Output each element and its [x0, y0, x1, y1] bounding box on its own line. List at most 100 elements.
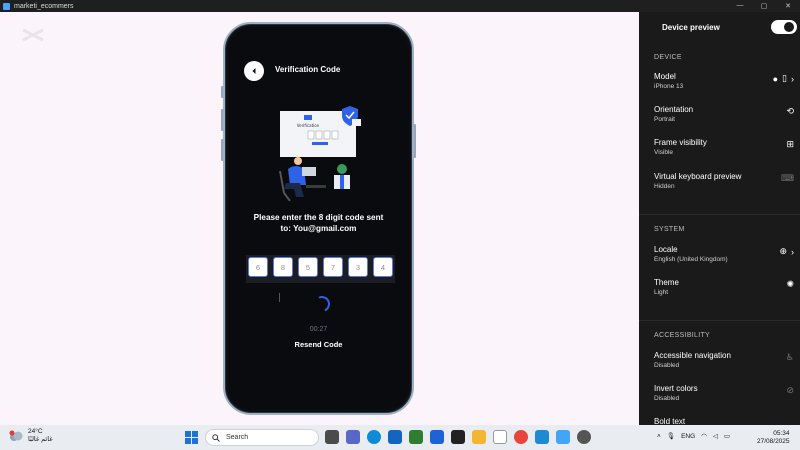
- apple-icon: ●: [772, 73, 779, 84]
- accessibility-icon: ♿: [785, 352, 794, 362]
- keyboard-icons: ⌨: [781, 173, 794, 184]
- accessibility-icons: ♿: [786, 352, 794, 363]
- panel-divider: [639, 320, 800, 321]
- frame-icon: ⊞: [786, 139, 794, 149]
- windows-start-icon[interactable]: [185, 431, 198, 444]
- setting-model[interactable]: Model iPhone 13 ● ▯ ›: [654, 72, 794, 91]
- frame-icons: ⊞: [786, 139, 794, 150]
- countdown-timer: 00:27: [309, 326, 328, 333]
- setting-frame-visibility[interactable]: Frame visibility Visible ⊞: [654, 138, 794, 157]
- prompt-line-2: to: You@gmail.com: [280, 224, 357, 233]
- setting-value: Visible: [654, 149, 674, 156]
- setting-label: Locale: [654, 245, 678, 254]
- setting-accessible-navigation[interactable]: Accessible navigation Disabled ♿: [654, 351, 794, 370]
- setting-virtual-keyboard[interactable]: Virtual keyboard preview Hidden ⌨: [654, 172, 794, 191]
- back-button[interactable]: [244, 61, 264, 81]
- flutter-icon[interactable]: [556, 430, 570, 444]
- globe-icon: ⊕: [779, 246, 787, 256]
- setting-bold-text[interactable]: Bold text: [654, 417, 794, 425]
- taskbar-search[interactable]: Search: [205, 429, 319, 446]
- close-icon[interactable]: ✕: [776, 2, 800, 10]
- clock-time: 05:34: [773, 430, 790, 437]
- setting-value: Disabled: [654, 395, 680, 402]
- keyboard-icon: ⌨: [781, 173, 794, 183]
- battery-icon[interactable]: ▭: [724, 432, 730, 440]
- language-indicator[interactable]: ENG: [681, 433, 695, 440]
- illustration-card-title: Verification: [297, 123, 320, 128]
- setting-value: Disabled: [654, 362, 680, 369]
- github-desktop-icon[interactable]: [577, 430, 591, 444]
- device-preview-toggle[interactable]: [771, 20, 797, 34]
- setting-value: Portrait: [654, 116, 675, 123]
- panel-divider: [639, 214, 800, 215]
- setting-label: Orientation: [654, 105, 694, 114]
- setting-label: Virtual keyboard preview: [654, 172, 742, 181]
- setting-theme[interactable]: Theme Light ✺: [654, 278, 794, 297]
- file-explorer-icon[interactable]: [472, 430, 486, 444]
- edge-icon[interactable]: [367, 430, 381, 444]
- setting-value: Hidden: [654, 183, 675, 190]
- loading-spinner-icon: [311, 293, 333, 315]
- invert-colors-icon: ⊘: [786, 385, 794, 395]
- app-icon[interactable]: [430, 430, 444, 444]
- device-preview-panel: Device preview DEVICE Model iPhone 13 ● …: [639, 12, 800, 425]
- setting-value: Light: [654, 289, 669, 296]
- setting-orientation[interactable]: Orientation Portrait ⟲: [654, 105, 794, 124]
- maximize-icon[interactable]: ▢: [752, 2, 776, 10]
- app-icon: [3, 2, 10, 10]
- system-tray: ˄ 🎙 ENG ◠ ◁ ▭: [657, 432, 730, 441]
- search-label: Search: [226, 434, 249, 441]
- orientation-icons: ⟲: [786, 106, 794, 117]
- model-icons: ● ▯ ›: [773, 73, 794, 84]
- otp-digit-box[interactable]: 6: [248, 257, 268, 277]
- chevron-up-icon[interactable]: ˄: [657, 433, 661, 440]
- window-title: marketi_ecommers: [14, 2, 74, 10]
- weather-desc: غائم غالبًا: [28, 436, 53, 443]
- window-titlebar: marketi_ecommers — ▢ ✕: [0, 0, 800, 12]
- resend-code-button[interactable]: Resend Code: [228, 340, 409, 349]
- section-accessibility: ACCESSIBILITY: [654, 332, 711, 339]
- setting-locale[interactable]: Locale English (United Kingdom) ⊕ ›: [654, 245, 794, 264]
- section-system: SYSTEM: [654, 226, 685, 233]
- otp-digit-box[interactable]: 7: [323, 257, 343, 277]
- taskbar-apps: [325, 430, 591, 444]
- phone-screen: Verification Code Verification Please en…: [228, 27, 409, 410]
- setting-label: Invert colors: [654, 384, 698, 393]
- setting-invert-colors[interactable]: Invert colors Disabled ⊘: [654, 384, 794, 403]
- toggle-knob: [784, 22, 794, 32]
- task-view-icon[interactable]: [325, 430, 339, 444]
- clock-date: 27/08/2025: [757, 438, 790, 445]
- weather-widget[interactable]: 24°C غائم غالبًا: [8, 428, 53, 444]
- microphone-icon[interactable]: 🎙: [667, 432, 675, 440]
- sun-icon: ✺: [786, 279, 794, 289]
- taskbar-clock[interactable]: 05:34 27/08/2025: [757, 430, 790, 446]
- chrome-icon[interactable]: [514, 430, 528, 444]
- setting-label: Bold text: [654, 417, 686, 425]
- chatgpt-icon[interactable]: [451, 430, 465, 444]
- window-controls: — ▢ ✕: [728, 2, 800, 10]
- xbox-icon[interactable]: [409, 430, 423, 444]
- verification-illustration: Verification: [279, 106, 361, 201]
- otp-digit-box[interactable]: 5: [298, 257, 318, 277]
- search-icon: [212, 433, 220, 442]
- chevron-right-icon: ›: [791, 246, 794, 257]
- minimize-icon[interactable]: —: [728, 2, 752, 10]
- invert-icons: ⊘: [786, 385, 794, 396]
- screen-title: Verification Code: [275, 65, 341, 74]
- wifi-icon[interactable]: ◠: [701, 432, 707, 440]
- setting-label: Accessible navigation: [654, 351, 731, 360]
- teams-icon[interactable]: [346, 430, 360, 444]
- vscode-icon[interactable]: [535, 430, 549, 444]
- outlook-icon[interactable]: [388, 430, 402, 444]
- text-cursor-icon: [279, 293, 283, 302]
- rotate-icon: ⟲: [786, 106, 794, 116]
- otp-digit-box[interactable]: 3: [348, 257, 368, 277]
- setting-label: Frame visibility: [654, 138, 707, 147]
- otp-digit-box[interactable]: 4: [373, 257, 393, 277]
- windows-taskbar: 24°C غائم غالبًا Search ˄ 🎙 ENG ◠ ◁ ▭ 05…: [0, 425, 800, 450]
- phone-frame: Verification Code Verification Please en…: [223, 22, 414, 415]
- prompt-line-1: Please enter the 8 digit code sent: [253, 213, 384, 222]
- volume-icon[interactable]: ◁: [713, 432, 718, 440]
- dx-app-icon[interactable]: [493, 430, 507, 444]
- otp-digit-box[interactable]: 8: [273, 257, 293, 277]
